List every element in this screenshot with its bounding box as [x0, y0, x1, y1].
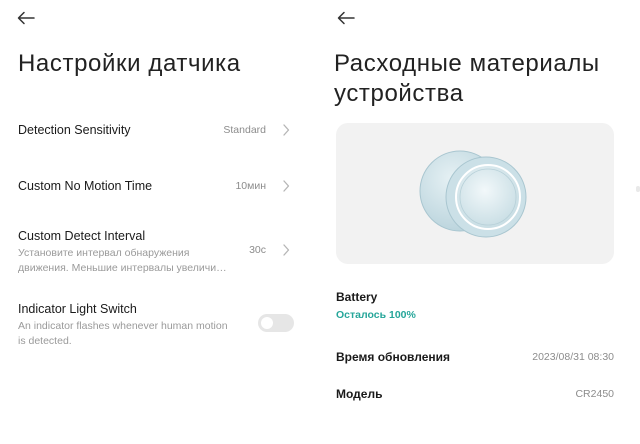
setting-value: 30с — [249, 244, 266, 256]
toggle-knob — [261, 317, 273, 329]
back-button[interactable] — [12, 8, 40, 28]
page-title: Расходные материалы устройства — [334, 50, 600, 107]
update-time-value: 2023/08/31 08:30 — [532, 351, 614, 363]
update-time-info: Время обновления 2023/08/31 08:30 — [336, 350, 614, 366]
setting-description: Установите интервал обнаружения движения… — [18, 247, 227, 274]
detect-interval-row[interactable]: Custom Detect Interval Установите интерв… — [18, 228, 298, 276]
no-motion-time-row[interactable]: Custom No Motion Time 10мин — [18, 178, 298, 196]
chevron-right-icon — [282, 244, 290, 256]
back-button[interactable] — [332, 8, 360, 28]
battery-info: Battery Осталось 100% — [336, 290, 614, 324]
battery-status: Осталось 100% — [336, 309, 416, 321]
indicator-light-row: Indicator Light Switch An indicator flas… — [18, 301, 298, 349]
back-arrow-icon — [17, 11, 35, 25]
model-info: Модель CR2450 — [336, 387, 614, 403]
setting-label: Indicator Light Switch — [18, 302, 137, 316]
model-value: CR2450 — [575, 388, 614, 400]
detection-sensitivity-row[interactable]: Detection Sensitivity Standard — [18, 122, 298, 140]
setting-value: 10мин — [235, 180, 266, 192]
chevron-right-icon — [282, 124, 290, 136]
scrollbar[interactable] — [636, 186, 640, 192]
battery-label: Battery — [336, 290, 378, 304]
motion-sensor-device-image — [419, 150, 527, 238]
indicator-light-toggle[interactable] — [258, 314, 294, 332]
chevron-right-icon — [282, 180, 290, 192]
setting-description: An indicator flashes whenever human moti… — [18, 320, 228, 347]
model-label: Модель — [336, 387, 383, 401]
setting-value: Standard — [223, 124, 266, 136]
page-title: Настройки датчика — [18, 50, 241, 77]
sensor-settings-panel: Настройки датчика Detection Sensitivity … — [0, 0, 316, 444]
back-arrow-icon — [337, 11, 355, 25]
setting-label: Custom Detect Interval — [18, 229, 146, 243]
device-image-card — [336, 123, 614, 264]
device-consumables-panel: Расходные материалы устройства Battery О… — [316, 0, 640, 444]
